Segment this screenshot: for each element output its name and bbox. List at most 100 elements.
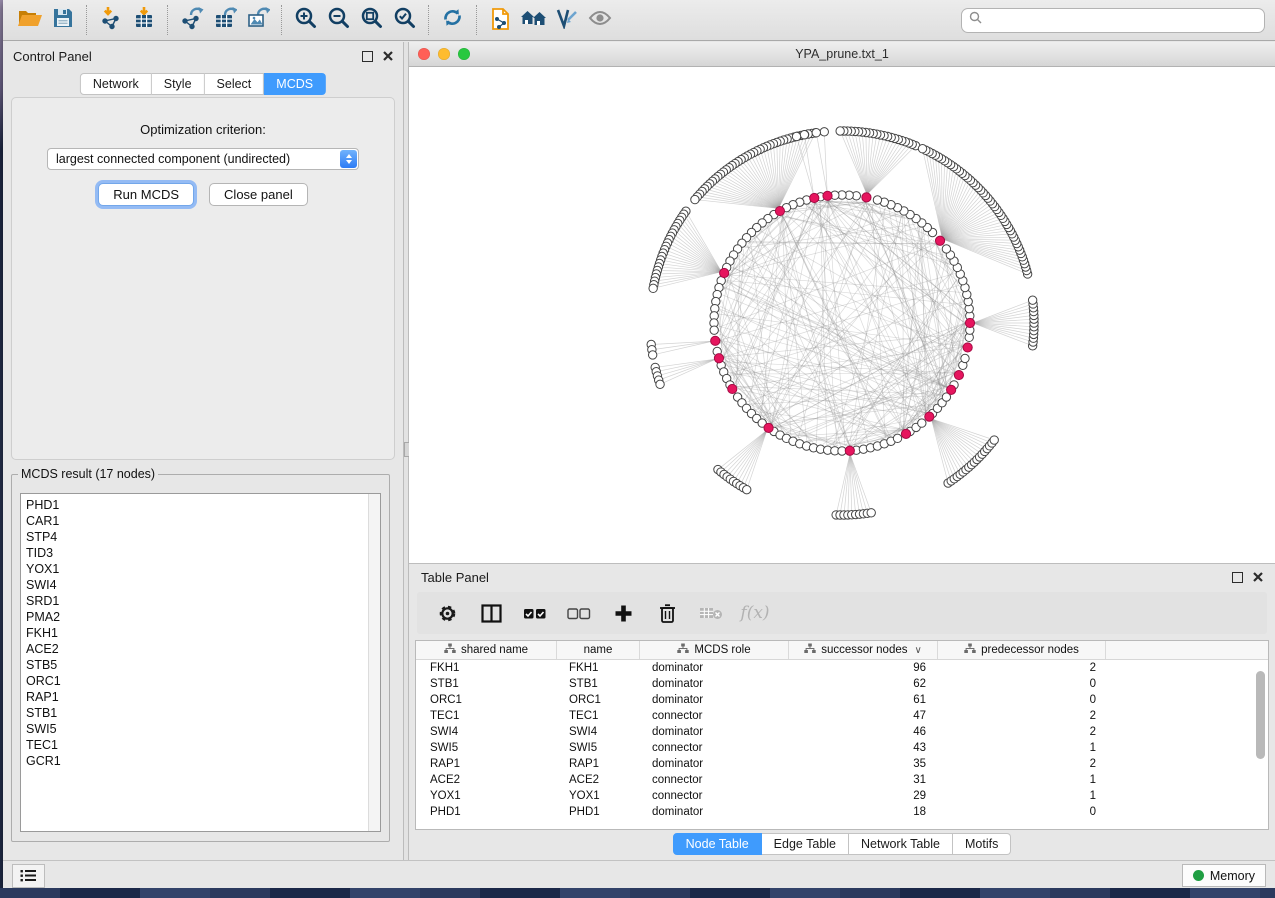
table-cell: connector xyxy=(640,710,789,722)
mcds-result-item[interactable]: PHD1 xyxy=(26,497,380,513)
table-cell: 29 xyxy=(789,790,938,802)
mcds-result-item[interactable]: ACE2 xyxy=(26,641,380,657)
table-cell: dominator xyxy=(640,806,789,818)
open-folder-icon xyxy=(17,7,43,34)
export-network-button[interactable] xyxy=(175,5,208,35)
list-icon xyxy=(20,869,37,882)
export-table-button[interactable] xyxy=(208,5,241,35)
select-all-icon[interactable] xyxy=(523,601,547,625)
mcds-result-item[interactable]: TEC1 xyxy=(26,737,380,753)
table-header-row: shared namenameMCDS rolesuccessor nodes∨… xyxy=(416,641,1268,660)
refresh-button[interactable] xyxy=(436,5,469,35)
table-row[interactable]: FKH1FKH1dominator962 xyxy=(416,660,1268,676)
table-cell: ACE2 xyxy=(416,774,557,786)
zoom-fit-button[interactable] xyxy=(355,5,388,35)
float-panel-icon[interactable] xyxy=(362,51,373,62)
tab-style[interactable]: Style xyxy=(152,73,205,95)
window-close-button[interactable] xyxy=(418,48,430,60)
optimization-select[interactable]: largest connected component (undirected) xyxy=(47,148,359,170)
style-pen-icon xyxy=(555,7,579,34)
mcds-result-item[interactable]: SWI5 xyxy=(26,721,380,737)
zoom-in-button[interactable] xyxy=(289,5,322,35)
tab-node-table[interactable]: Node Table xyxy=(673,833,762,855)
network-graph[interactable] xyxy=(409,67,1275,563)
mcds-result-item[interactable]: STB5 xyxy=(26,657,380,673)
mcds-result-item[interactable]: CAR1 xyxy=(26,513,380,529)
zoom-out-icon xyxy=(327,6,350,34)
table-row[interactable]: ACE2ACE2connector311 xyxy=(416,772,1268,788)
mcds-result-item[interactable]: SWI4 xyxy=(26,577,380,593)
column-header-name[interactable]: name xyxy=(557,641,640,659)
close-panel-button[interactable]: Close panel xyxy=(209,183,308,206)
table-row[interactable]: SWI4SWI4dominator462 xyxy=(416,724,1268,740)
export-image-button[interactable] xyxy=(241,5,274,35)
import-table-button[interactable] xyxy=(127,5,160,35)
share-network-document-button[interactable] xyxy=(484,5,517,35)
tab-edge-table[interactable]: Edge Table xyxy=(762,833,849,855)
window-minimize-button[interactable] xyxy=(438,48,450,60)
import-table-icon xyxy=(132,6,156,35)
table-cell: FKH1 xyxy=(416,662,557,674)
table-body: FKH1FKH1dominator962STB1STB1dominator620… xyxy=(416,660,1268,820)
close-panel-icon[interactable] xyxy=(383,49,393,64)
table-cell: 2 xyxy=(938,726,1106,738)
table-row[interactable]: STB1STB1dominator620 xyxy=(416,676,1268,692)
run-mcds-button[interactable]: Run MCDS xyxy=(98,183,194,206)
table-row[interactable]: PHD1PHD1dominator180 xyxy=(416,804,1268,820)
tab-network[interactable]: Network xyxy=(80,73,152,95)
mcds-result-item[interactable]: RAP1 xyxy=(26,689,380,705)
float-panel-icon[interactable] xyxy=(1232,572,1243,583)
table-row[interactable]: RAP1RAP1dominator352 xyxy=(416,756,1268,772)
column-header-shared-name[interactable]: shared name xyxy=(416,641,557,659)
table-cell: 43 xyxy=(789,742,938,754)
hide-preview-button[interactable] xyxy=(583,5,616,35)
settings-button[interactable] xyxy=(435,601,459,625)
import-network-button[interactable] xyxy=(94,5,127,35)
mcds-result-item[interactable]: GCR1 xyxy=(26,753,380,769)
mcds-result-item[interactable]: ORC1 xyxy=(26,673,380,689)
close-panel-icon[interactable] xyxy=(1253,570,1263,585)
search-input[interactable] xyxy=(987,12,1257,28)
column-header-MCDS-role[interactable]: MCDS role xyxy=(640,641,789,659)
zoom-in-icon xyxy=(294,6,317,34)
tab-mcds[interactable]: MCDS xyxy=(264,73,326,95)
mcds-result-item[interactable]: STB1 xyxy=(26,705,380,721)
sort-indicator-icon[interactable]: ∨ xyxy=(914,645,921,656)
mcds-result-item[interactable]: PMA2 xyxy=(26,609,380,625)
mcds-result-item[interactable]: FKH1 xyxy=(26,625,380,641)
add-column-button[interactable] xyxy=(611,601,635,625)
column-view-icon[interactable] xyxy=(479,601,503,625)
tab-network-table[interactable]: Network Table xyxy=(849,833,953,855)
table-scrollbar[interactable] xyxy=(1256,671,1265,759)
table-panel-header: Table Panel xyxy=(409,564,1275,590)
home-button[interactable] xyxy=(517,5,550,35)
table-cell: dominator xyxy=(640,694,789,706)
mcds-result-item[interactable]: SRD1 xyxy=(26,593,380,609)
node-table[interactable]: shared namenameMCDS rolesuccessor nodes∨… xyxy=(415,640,1269,830)
tab-select[interactable]: Select xyxy=(205,73,265,95)
table-row[interactable]: TEC1TEC1connector472 xyxy=(416,708,1268,724)
memory-button[interactable]: Memory xyxy=(1182,864,1266,887)
task-history-button[interactable] xyxy=(12,864,45,888)
column-header-predecessor-nodes[interactable]: predecessor nodes xyxy=(938,641,1106,659)
mcds-result-item[interactable]: YOX1 xyxy=(26,561,380,577)
network-canvas[interactable] xyxy=(409,67,1275,563)
tab-motifs[interactable]: Motifs xyxy=(953,833,1011,855)
table-row[interactable]: YOX1YOX1connector291 xyxy=(416,788,1268,804)
mcds-result-group: MCDS result (17 nodes) PHD1CAR1STP4TID3Y… xyxy=(11,467,390,842)
delete-column-button[interactable] xyxy=(655,601,679,625)
mcds-result-item[interactable]: STP4 xyxy=(26,529,380,545)
style-preview-button[interactable] xyxy=(550,5,583,35)
open-button[interactable] xyxy=(13,5,46,35)
window-zoom-button[interactable] xyxy=(458,48,470,60)
column-header-successor-nodes[interactable]: successor nodes∨ xyxy=(789,641,938,659)
mcds-result-list[interactable]: PHD1CAR1STP4TID3YOX1SWI4SRD1PMA2FKH1ACE2… xyxy=(20,493,381,832)
zoom-out-button[interactable] xyxy=(322,5,355,35)
deselect-all-icon[interactable] xyxy=(567,601,591,625)
export-network-icon xyxy=(180,6,204,35)
table-row[interactable]: ORC1ORC1dominator610 xyxy=(416,692,1268,708)
mcds-result-item[interactable]: TID3 xyxy=(26,545,380,561)
zoom-selected-button[interactable] xyxy=(388,5,421,35)
table-row[interactable]: SWI5SWI5connector431 xyxy=(416,740,1268,756)
save-button[interactable] xyxy=(46,5,79,35)
